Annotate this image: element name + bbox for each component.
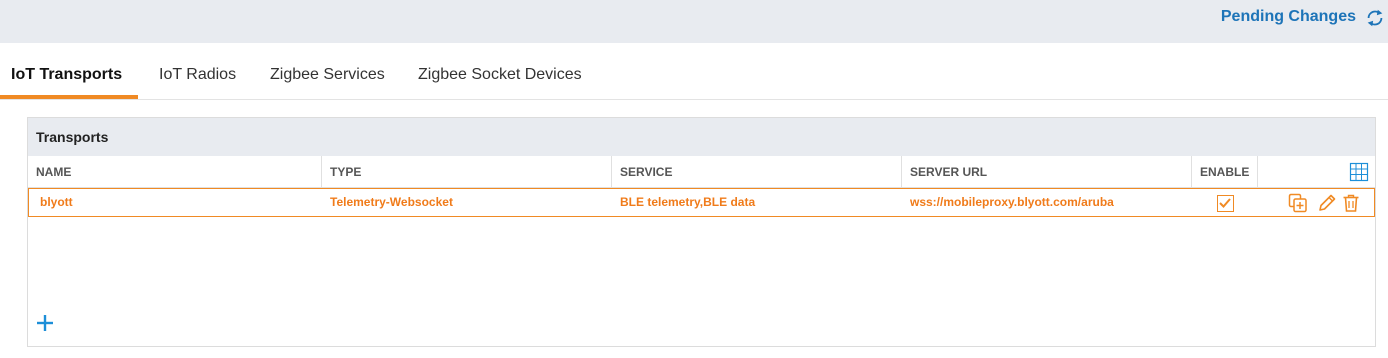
column-header-enable[interactable]: ENABLE	[1192, 156, 1258, 188]
cell-service: BLE telemetry,BLE data	[620, 195, 756, 209]
transports-panel: Transports NAME TYPE SERVICE SERVER URL …	[27, 117, 1376, 347]
column-header-service[interactable]: SERVICE	[612, 156, 902, 188]
tab-iot-radios[interactable]: IoT Radios	[159, 66, 236, 84]
cell-name: blyott	[40, 195, 73, 209]
panel-header: Transports	[28, 118, 1375, 156]
column-header-type[interactable]: TYPE	[322, 156, 612, 188]
delete-icon[interactable]	[1341, 193, 1361, 213]
table-header: NAME TYPE SERVICE SERVER URL ENABLE	[28, 156, 1375, 188]
cell-server-url: wss://mobileproxy.blyott.com/aruba	[910, 195, 1114, 209]
top-bar: Pending Changes	[0, 0, 1388, 43]
tab-zigbee-services[interactable]: Zigbee Services	[270, 66, 385, 84]
cell-type: Telemetry-Websocket	[330, 195, 453, 209]
tab-zigbee-socket-devices[interactable]: Zigbee Socket Devices	[418, 66, 582, 84]
table-row[interactable]: blyott Telemetry-Websocket BLE telemetry…	[28, 188, 1375, 217]
tab-bar: IoT Transports IoT Radios Zigbee Service…	[0, 57, 1388, 100]
table-columns-icon[interactable]	[1349, 162, 1369, 182]
pending-changes-link[interactable]: Pending Changes	[1221, 8, 1356, 26]
panel-title: Transports	[36, 129, 109, 145]
refresh-icon[interactable]	[1364, 7, 1386, 29]
column-header-name[interactable]: NAME	[28, 156, 322, 188]
enable-checkbox[interactable]	[1217, 195, 1234, 212]
column-header-server-url[interactable]: SERVER URL	[902, 156, 1192, 188]
active-tab-indicator	[0, 95, 138, 99]
checkmark-icon	[1219, 198, 1231, 208]
edit-icon[interactable]	[1317, 193, 1337, 213]
add-transport-button[interactable]	[36, 314, 54, 332]
tab-iot-transports[interactable]: IoT Transports	[11, 66, 122, 84]
clone-icon[interactable]	[1288, 193, 1308, 213]
